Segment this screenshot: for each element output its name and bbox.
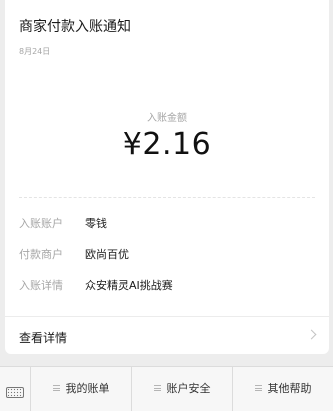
menu-other-help[interactable]: 其他帮助 [232, 367, 333, 411]
menu-my-bills[interactable]: 我的账单 [31, 367, 131, 411]
chevron-right-icon [306, 329, 317, 340]
notification-title: 商家付款入账通知 [19, 19, 131, 35]
amount-value: ¥2.16 [122, 127, 212, 162]
menu-label: 账户安全 [166, 382, 211, 395]
detail-key: 入账详情 [19, 279, 63, 292]
amount-label: 入账金额 [147, 113, 187, 124]
menu-label: 其他帮助 [267, 382, 312, 395]
detail-value: 欧尚百优 [85, 248, 129, 261]
notification-date: 8月24日 [19, 47, 51, 56]
menu-account-security[interactable]: 账户安全 [131, 367, 232, 411]
detail-key: 入账账户 [19, 217, 63, 230]
menu-label: 我的账单 [65, 382, 110, 395]
detail-value: 零钱 [85, 217, 107, 230]
view-details-label: 查看详情 [19, 331, 68, 345]
view-details-button[interactable]: 查看详情 [5, 317, 329, 354]
detail-row-merchant: 付款商户 欧尚百优 [19, 246, 129, 262]
dashed-divider [19, 197, 315, 198]
detail-key: 付款商户 [19, 248, 63, 261]
bottom-menu-bar: 我的账单 账户安全 其他帮助 [0, 366, 333, 411]
keyboard-toggle-button[interactable] [0, 367, 31, 411]
detail-row-description: 入账详情 众安精灵AI挑战赛 [19, 277, 173, 293]
notification-card: 商家付款入账通知 8月24日 入账金额 ¥2.16 入账账户 零钱 付款商户 欧尚百… [5, 0, 329, 354]
menu-lines-icon [52, 385, 60, 391]
menu-lines-icon [153, 385, 161, 391]
detail-value: 众安精灵AI挑战赛 [85, 279, 173, 292]
keyboard-icon [6, 387, 24, 398]
menu-lines-icon [254, 385, 262, 391]
detail-row-account: 入账账户 零钱 [19, 215, 107, 231]
